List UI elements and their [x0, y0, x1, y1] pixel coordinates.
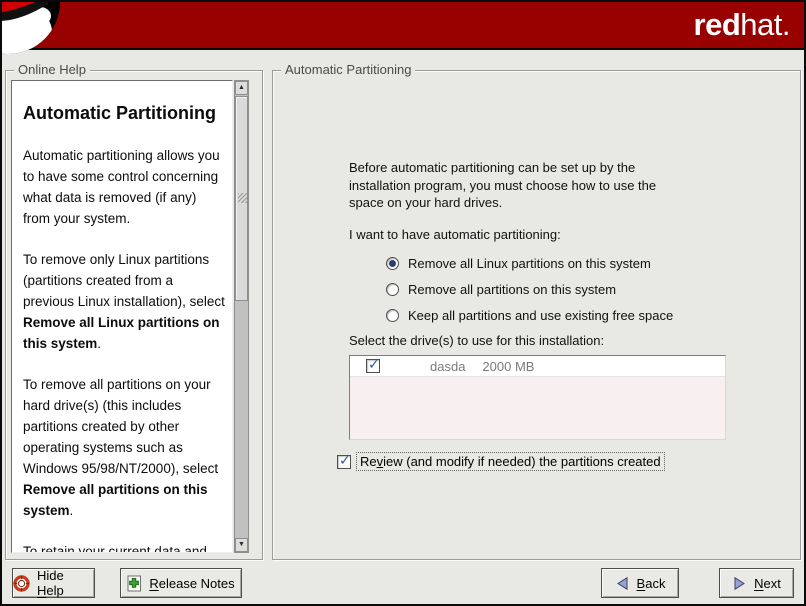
wordmark-hat: hat. [740, 7, 790, 42]
drive-name: dasda [430, 359, 465, 374]
help-paragraph-2: To remove only Linux partitions (partiti… [23, 249, 226, 354]
partitioning-radio-group: Remove all Linux partitions on this syst… [386, 250, 673, 328]
automatic-partitioning-panel: Automatic Partitioning Before automatic … [272, 70, 801, 560]
help-p2-bold: Remove all Linux partitions on this syst… [23, 315, 220, 351]
radio-label: Keep all partitions and use existing fre… [408, 308, 673, 323]
scrollbar-up-icon[interactable]: ▲ [235, 81, 248, 95]
back-button[interactable]: Back [601, 568, 679, 598]
help-paragraph-3: To remove all partitions on your hard dr… [23, 374, 226, 521]
radio-remove-all-linux-partitions[interactable]: Remove all Linux partitions on this syst… [386, 250, 673, 276]
help-paragraph-4-clipped: To retain your current data and [23, 541, 226, 552]
header-banner [2, 2, 804, 50]
drive-list[interactable]: ✓ dasda 2000 MB [349, 355, 726, 440]
help-p3-bold: Remove all partitions on this system [23, 482, 208, 518]
next-button[interactable]: Next [719, 568, 794, 598]
release-notes-icon [127, 575, 142, 592]
help-viewport: Automatic Partitioning Automatic partiti… [11, 80, 233, 553]
radio-keep-all-partitions[interactable]: Keep all partitions and use existing fre… [386, 302, 673, 328]
drive-row-dasda[interactable]: ✓ dasda 2000 MB [350, 356, 725, 377]
review-label-post: iew (and modify if needed) the partition… [383, 454, 661, 469]
scrollbar-down-icon[interactable]: ▼ [235, 538, 248, 552]
online-help-panel: Online Help Automatic Partitioning Autom… [5, 70, 263, 560]
radio-remove-all-partitions[interactable]: Remove all partitions on this system [386, 276, 673, 302]
review-checkbox[interactable]: ✓ [337, 455, 351, 469]
help-text: Automatic Partitioning Automatic partiti… [12, 81, 232, 552]
help-title: Automatic Partitioning [23, 101, 226, 125]
intro-text: Before automatic partitioning can be set… [349, 159, 671, 212]
redhat-shadowman-logo-icon [0, 0, 68, 62]
help-paragraph-1: Automatic partitioning allows you to hav… [23, 145, 226, 229]
main-frame-label: Automatic Partitioning [281, 62, 415, 77]
wordmark-red: red [694, 7, 741, 42]
scrollbar-grip-icon [238, 193, 247, 203]
installer-window: redhat. Online Help Automatic Partitioni… [0, 0, 806, 606]
review-partitions-option[interactable]: ✓ Review (and modify if needed) the part… [337, 452, 665, 471]
radio-button-icon [386, 309, 399, 322]
question-text: I want to have automatic partitioning: [349, 227, 561, 242]
help-p2-post: . [97, 336, 101, 351]
review-label-pre: Re [360, 454, 377, 469]
review-partitions-label[interactable]: Review (and modify if needed) the partit… [356, 452, 665, 471]
help-p3-post: . [70, 503, 74, 518]
scrollbar-thumb[interactable] [235, 96, 248, 301]
hide-help-button[interactable]: Hide Help [12, 568, 95, 598]
life-ring-icon [13, 575, 30, 592]
back-label: Back [637, 576, 666, 591]
radio-button-icon [386, 257, 399, 270]
next-label: Next [754, 576, 781, 591]
drive-checkbox[interactable]: ✓ [366, 359, 380, 373]
online-help-frame-label: Online Help [14, 62, 90, 77]
drive-size: 2000 MB [482, 359, 534, 374]
right-arrow-icon [732, 576, 747, 591]
redhat-wordmark: redhat. [694, 8, 790, 42]
left-arrow-icon [615, 576, 630, 591]
drives-select-label: Select the drive(s) to use for this inst… [349, 333, 604, 348]
release-notes-label: Release Notes [149, 576, 234, 591]
radio-label: Remove all partitions on this system [408, 282, 616, 297]
release-notes-button[interactable]: Release Notes [120, 568, 242, 598]
radio-button-icon [386, 283, 399, 296]
help-p3-pre: To remove all partitions on your hard dr… [23, 377, 218, 476]
hide-help-label: Hide Help [37, 568, 94, 598]
radio-label: Remove all Linux partitions on this syst… [408, 256, 651, 271]
help-scrollbar[interactable]: ▲ ▼ [234, 80, 249, 553]
help-p2-pre: To remove only Linux partitions (partiti… [23, 252, 225, 309]
